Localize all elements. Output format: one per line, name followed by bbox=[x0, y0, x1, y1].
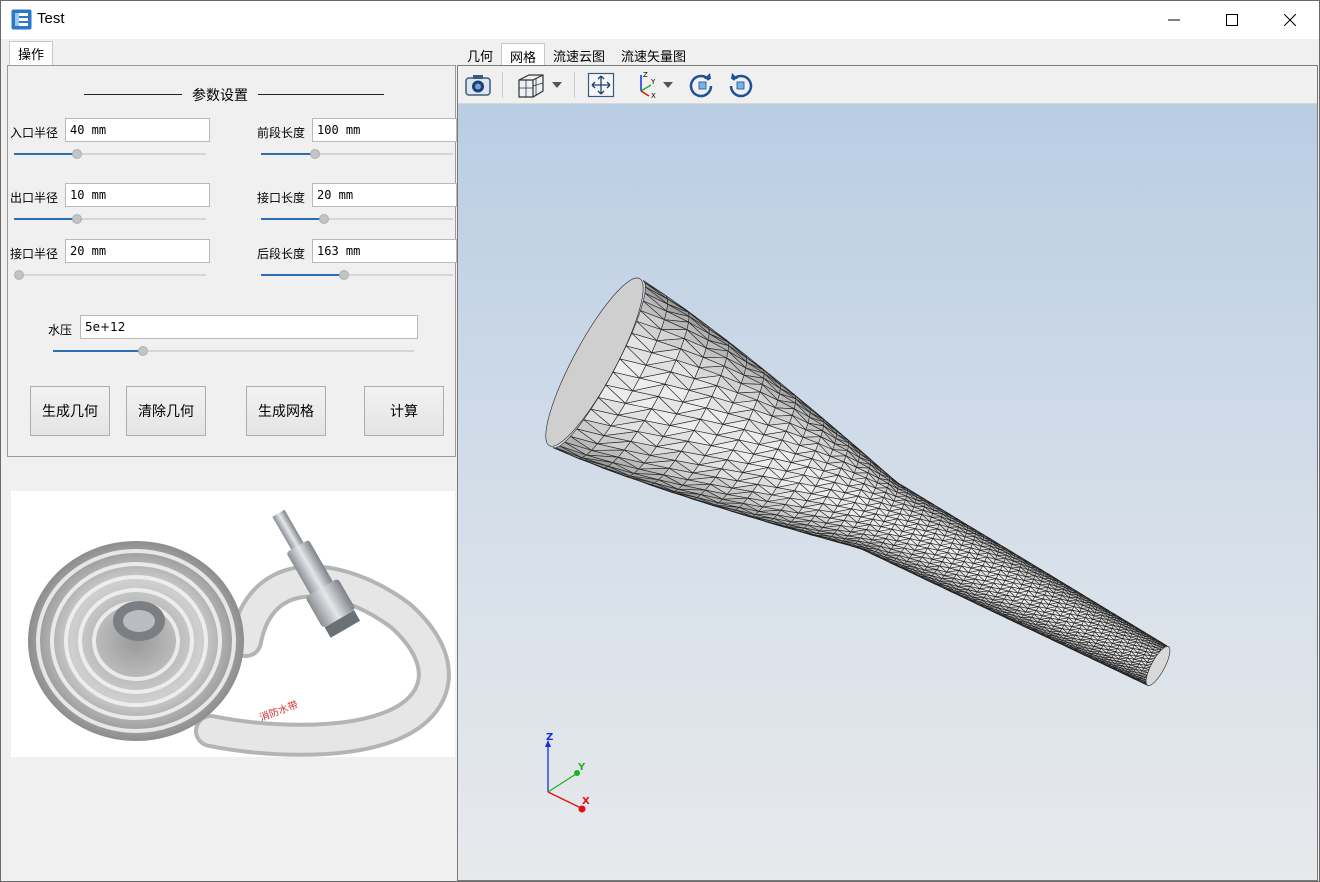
axes-orientation-button[interactable]: Z Y X bbox=[628, 70, 676, 100]
divider bbox=[258, 94, 384, 95]
slider-thumb[interactable] bbox=[138, 346, 149, 356]
slider-thumb[interactable] bbox=[14, 270, 24, 280]
rotate-ccw-button[interactable] bbox=[724, 70, 758, 100]
axes-orientation-icon: Z Y X bbox=[640, 71, 656, 99]
rotate-cw-button[interactable] bbox=[684, 70, 718, 100]
3d-scene[interactable]: Z Y X bbox=[458, 104, 1317, 880]
slider-thumb[interactable] bbox=[309, 149, 320, 159]
app-window: Test 操作 参数设置 入口半径 40 mm 前段长度 100 mm 出口半径 bbox=[0, 0, 1320, 882]
tab-operations[interactable]: 操作 bbox=[9, 41, 53, 65]
tab-mesh[interactable]: 网格 bbox=[501, 43, 546, 66]
svg-text:X: X bbox=[651, 92, 656, 99]
tab-geometry[interactable]: 几何 bbox=[459, 43, 501, 65]
tab-velocity-vector[interactable]: 流速矢量图 bbox=[613, 43, 694, 65]
slider-thumb[interactable] bbox=[72, 149, 83, 159]
inlet-radius-label: 入口半径 bbox=[10, 126, 59, 140]
fit-view-icon bbox=[587, 72, 615, 98]
camera-icon bbox=[465, 75, 491, 96]
screenshot-button[interactable] bbox=[462, 70, 494, 100]
front-length-slider[interactable] bbox=[261, 148, 453, 160]
slider-thumb[interactable] bbox=[319, 214, 330, 224]
mesh-viewer: Z Y X Z Y X bbox=[457, 65, 1318, 881]
joint-radius-input[interactable]: 20 mm bbox=[65, 239, 210, 263]
title-bar: Test bbox=[1, 1, 1319, 39]
divider bbox=[84, 94, 182, 95]
joint-radius-label: 接口半径 bbox=[10, 247, 59, 261]
maximize-button[interactable] bbox=[1203, 1, 1261, 39]
clear-geometry-button[interactable]: 清除几何 bbox=[126, 386, 206, 436]
maximize-icon bbox=[1226, 14, 1238, 26]
axis-z-label: Z bbox=[546, 732, 553, 743]
joint-radius-slider[interactable] bbox=[14, 269, 206, 281]
svg-text:Y: Y bbox=[650, 78, 656, 86]
water-pressure-label: 水压 bbox=[48, 323, 73, 337]
front-length-input[interactable]: 100 mm bbox=[312, 118, 457, 142]
joint-length-slider[interactable] bbox=[261, 213, 453, 225]
minimize-icon bbox=[1168, 19, 1180, 21]
close-icon bbox=[1284, 14, 1296, 26]
axis-y-label: Y bbox=[577, 762, 586, 773]
minimize-button[interactable] bbox=[1145, 1, 1203, 39]
rear-length-input[interactable]: 163 mm bbox=[312, 239, 457, 263]
fit-view-button[interactable] bbox=[584, 70, 618, 100]
axis-triad: Z Y X bbox=[545, 732, 590, 813]
svg-text:消防水带: 消防水带 bbox=[258, 698, 300, 724]
view-cube-button[interactable] bbox=[514, 70, 564, 100]
fire-hose-image: 消防水带 bbox=[11, 491, 455, 757]
viewer-toolbar: Z Y X bbox=[458, 66, 1317, 104]
generate-geometry-button[interactable]: 生成几何 bbox=[30, 386, 110, 436]
toolbar-separator bbox=[574, 72, 575, 98]
section-header: 参数设置 bbox=[84, 84, 384, 104]
water-pressure-input[interactable]: 5e+12 bbox=[80, 315, 418, 339]
generate-mesh-button[interactable]: 生成网格 bbox=[246, 386, 326, 436]
outlet-radius-slider[interactable] bbox=[14, 213, 206, 225]
rotate-ccw-icon bbox=[729, 73, 753, 98]
outlet-radius-input[interactable]: 10 mm bbox=[65, 183, 210, 207]
front-length-label: 前段长度 bbox=[257, 126, 306, 140]
chevron-down-icon bbox=[663, 82, 673, 88]
water-pressure-slider[interactable] bbox=[53, 345, 414, 357]
chevron-down-icon bbox=[552, 82, 562, 88]
app-icon bbox=[11, 9, 32, 30]
svg-text:Z: Z bbox=[643, 71, 648, 79]
toolbar-separator bbox=[502, 72, 503, 98]
inlet-radius-slider[interactable] bbox=[14, 148, 206, 160]
outlet-radius-label: 出口半径 bbox=[10, 191, 59, 205]
view-tabs: 几何 网格 流速云图 流速矢量图 bbox=[459, 43, 694, 66]
joint-length-input[interactable]: 20 mm bbox=[312, 183, 457, 207]
axis-x-label: X bbox=[582, 796, 590, 807]
inlet-radius-input[interactable]: 40 mm bbox=[65, 118, 210, 142]
slider-thumb[interactable] bbox=[72, 214, 83, 224]
rear-length-slider[interactable] bbox=[261, 269, 453, 281]
window-title: Test bbox=[37, 10, 65, 27]
cube-view-icon bbox=[518, 74, 544, 98]
rotate-cw-icon bbox=[689, 73, 713, 98]
parameter-panel: 参数设置 入口半径 40 mm 前段长度 100 mm 出口半径 10 mm 接… bbox=[7, 65, 457, 457]
section-title: 参数设置 bbox=[192, 88, 248, 104]
tab-velocity-contour[interactable]: 流速云图 bbox=[545, 43, 613, 65]
slider-thumb[interactable] bbox=[338, 270, 349, 280]
close-button[interactable] bbox=[1261, 1, 1319, 39]
joint-length-label: 接口长度 bbox=[257, 191, 306, 205]
compute-button[interactable]: 计算 bbox=[364, 386, 444, 436]
rear-length-label: 后段长度 bbox=[257, 247, 306, 261]
